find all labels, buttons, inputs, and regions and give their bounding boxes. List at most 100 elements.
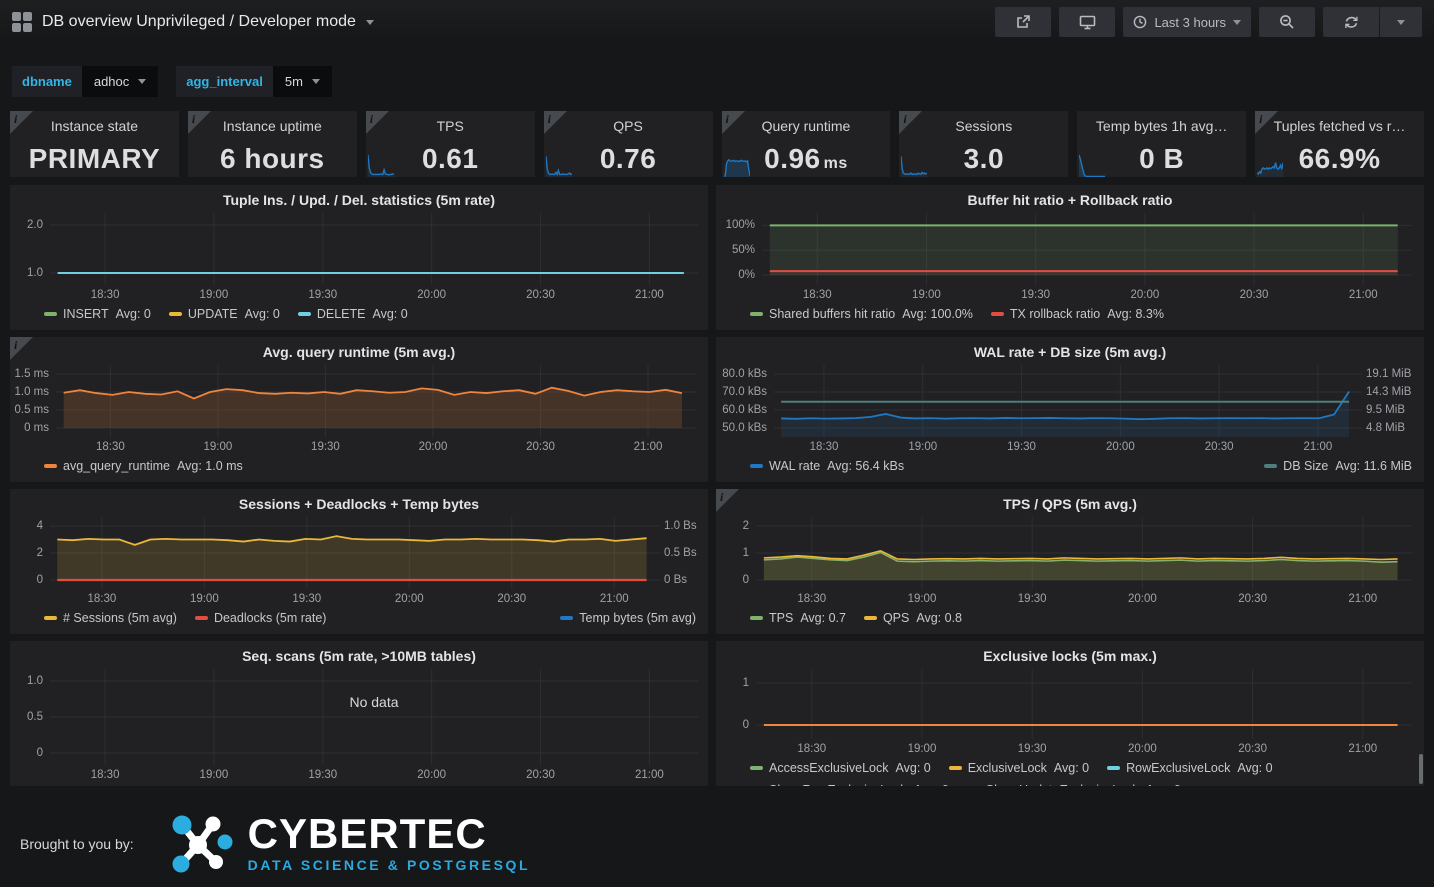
x-axis-label: 20:00 [417,769,446,781]
info-glyph: i [370,112,373,127]
stat-panel-title[interactable]: QPS [544,118,713,134]
zoom-out-icon [1279,14,1295,30]
stat-panel-title[interactable]: Query runtime [722,118,891,134]
info-corner-icon[interactable]: i [188,111,211,134]
stat-panel-title[interactable]: Temp bytes 1h avg… [1077,118,1246,134]
graph-body: 18:3019:0019:3020:0020:3021:0080.0 kBs70… [716,361,1424,455]
legend-item[interactable]: Deadlocks (5m rate) [195,611,327,625]
legend-scrollbar[interactable] [1419,754,1423,784]
legend-item[interactable]: ShareRowExclusiveLockAvg: 0 [750,783,949,786]
y-axis-right-label: 9.5 MiB [1366,404,1422,416]
graph-panel-title[interactable]: Tuple Ins. / Upd. / Del. statistics (5m … [10,185,708,209]
legend-item[interactable]: AccessExclusiveLockAvg: 0 [750,761,931,775]
legend-item[interactable]: QPSAvg: 0.8 [864,611,962,625]
graph-panel-title[interactable]: Seq. scans (5m rate, >10MB tables) [10,641,708,665]
x-axis-label: 19:00 [190,593,219,605]
legend-item[interactable]: DB SizeAvg: 11.6 MiB [1264,459,1412,473]
graph-legend: # Sessions (5m avg) Deadlocks (5m rate) Te… [10,607,708,625]
legend-swatch [991,312,1004,316]
legend-label: DB Size [1283,459,1328,473]
info-corner-icon[interactable]: i [722,111,745,134]
variable-value-dropdown[interactable]: 5m [273,66,332,97]
graph-plot-area[interactable]: 18:3019:0019:3020:0020:3021:00 [756,669,1412,739]
stat-panel-title[interactable]: TPS [366,118,535,134]
x-axis-label: 21:00 [1348,593,1377,605]
stat-panel: Temp bytes 1h avg… 0 B [1077,111,1246,177]
graph-panel-title[interactable]: Sessions + Deadlocks + Temp bytes [10,489,708,513]
graph-panel-title[interactable]: Avg. query runtime (5m avg.) [10,337,708,361]
legend-swatch [750,616,763,620]
legend-item[interactable]: DELETEAvg: 0 [298,307,408,321]
info-corner-icon[interactable]: i [10,111,33,134]
graph-legend: TPSAvg: 0.7 QPSAvg: 0.8 [716,607,1424,625]
stat-panel-title[interactable]: Instance state [10,118,179,134]
legend-avg: Avg: 0 [1237,761,1272,775]
monitor-icon [1079,15,1096,30]
legend-avg: Avg: 1.0 ms [177,459,243,473]
legend-item[interactable]: UPDATEAvg: 0 [169,307,280,321]
apps-grid-icon[interactable] [12,12,32,32]
stat-panel-title[interactable]: Sessions [899,118,1068,134]
legend-item[interactable]: WAL rateAvg: 56.4 kBs [750,459,904,473]
stat-value: 0.96ms [722,145,891,173]
legend-swatch [298,312,311,316]
graph-panel-title[interactable]: TPS / QPS (5m avg.) [716,489,1424,513]
info-corner-icon[interactable]: i [10,337,33,360]
x-axis-label: 21:00 [634,441,663,453]
variable-caret-icon [312,79,320,84]
info-corner-icon[interactable]: i [366,111,389,134]
dashboard-title-caret-icon[interactable] [366,20,374,25]
legend-avg: Avg: 0 [914,783,949,786]
legend-item[interactable]: avg_query_runtimeAvg: 1.0 ms [44,459,243,473]
series-fill-yellow [764,551,1398,580]
refresh-button[interactable] [1323,7,1379,37]
graph-plot-area[interactable]: 18:3019:0019:3020:0020:3021:00 [774,365,1362,437]
info-glyph: i [14,338,17,353]
legend-item[interactable]: Temp bytes (5m avg) [560,611,696,625]
stat-panel-title[interactable]: Tuples fetched vs r… [1255,118,1424,134]
zoom-out-button[interactable] [1259,7,1315,37]
graph-canvas [50,213,698,285]
legend-item[interactable]: ShareUpdateExclusiveLockAvg: 0 [967,783,1181,786]
share-button[interactable] [995,7,1051,37]
legend-label: INSERT [63,307,109,321]
y-axis-right-label: 4.8 MiB [1366,422,1422,434]
info-corner-icon[interactable]: i [899,111,922,134]
y-axis-right-label: 14.3 MiB [1366,386,1422,398]
dashboard-title[interactable]: DB overview Unprivileged / Developer mod… [42,13,356,31]
legend-item[interactable]: TX rollback ratioAvg: 8.3% [991,307,1164,321]
legend-item[interactable]: RowExclusiveLockAvg: 0 [1107,761,1272,775]
info-corner-icon[interactable]: i [1255,111,1278,134]
graph-plot-area[interactable]: 18:3019:0019:3020:0020:3021:00 [50,517,660,589]
variable-value-dropdown[interactable]: adhoc [82,66,158,97]
legend-swatch [750,766,763,770]
stat-value-text: 0 B [1139,143,1184,174]
x-axis-label: 21:00 [1304,441,1333,453]
graph-plot-area[interactable]: 18:3019:0019:3020:0020:3021:00 [50,213,698,285]
graph-panel-title[interactable]: Exclusive locks (5m max.) [716,641,1424,665]
info-corner-icon[interactable]: i [716,489,739,512]
legend-item[interactable]: INSERTAvg: 0 [44,307,151,321]
legend-item[interactable]: ExclusiveLockAvg: 0 [949,761,1089,775]
graph-plot-area[interactable]: 18:3019:0019:3020:0020:3021:00 [756,517,1412,589]
graph-plot-area[interactable]: 18:3019:0019:3020:0020:3021:00 [56,365,696,437]
graph-panel-title[interactable]: Buffer hit ratio + Rollback ratio [716,185,1424,209]
graph-panel-title[interactable]: WAL rate + DB size (5m avg.) [716,337,1424,361]
graph-plot-area[interactable]: 18:3019:0019:3020:0020:3021:00No data [50,669,698,765]
stat-panel-title[interactable]: Instance uptime [188,118,357,134]
legend-item[interactable]: # Sessions (5m avg) [44,611,177,625]
time-range-picker[interactable]: Last 3 hours [1123,7,1251,37]
y-axis-label: 80.0 kBs [716,368,767,380]
graph-body: 18:3019:0019:3020:0020:3021:00No data1.0… [10,665,708,783]
legend-item[interactable]: Shared buffers hit ratioAvg: 100.0% [750,307,973,321]
y-axis-label: 0 [10,747,43,759]
info-corner-icon[interactable]: i [544,111,567,134]
y-axis-label: 0.5 ms [10,404,49,416]
legend-item[interactable]: TPSAvg: 0.7 [750,611,846,625]
tv-mode-button[interactable] [1059,7,1115,37]
x-axis-label: 21:00 [1348,743,1377,755]
refresh-interval-dropdown[interactable] [1380,7,1422,37]
legend-label: DELETE [317,307,366,321]
footer-prefix-text: Brought to you by: [20,836,134,852]
graph-plot-area[interactable]: 18:3019:0019:3020:0020:3021:00 [762,213,1412,285]
